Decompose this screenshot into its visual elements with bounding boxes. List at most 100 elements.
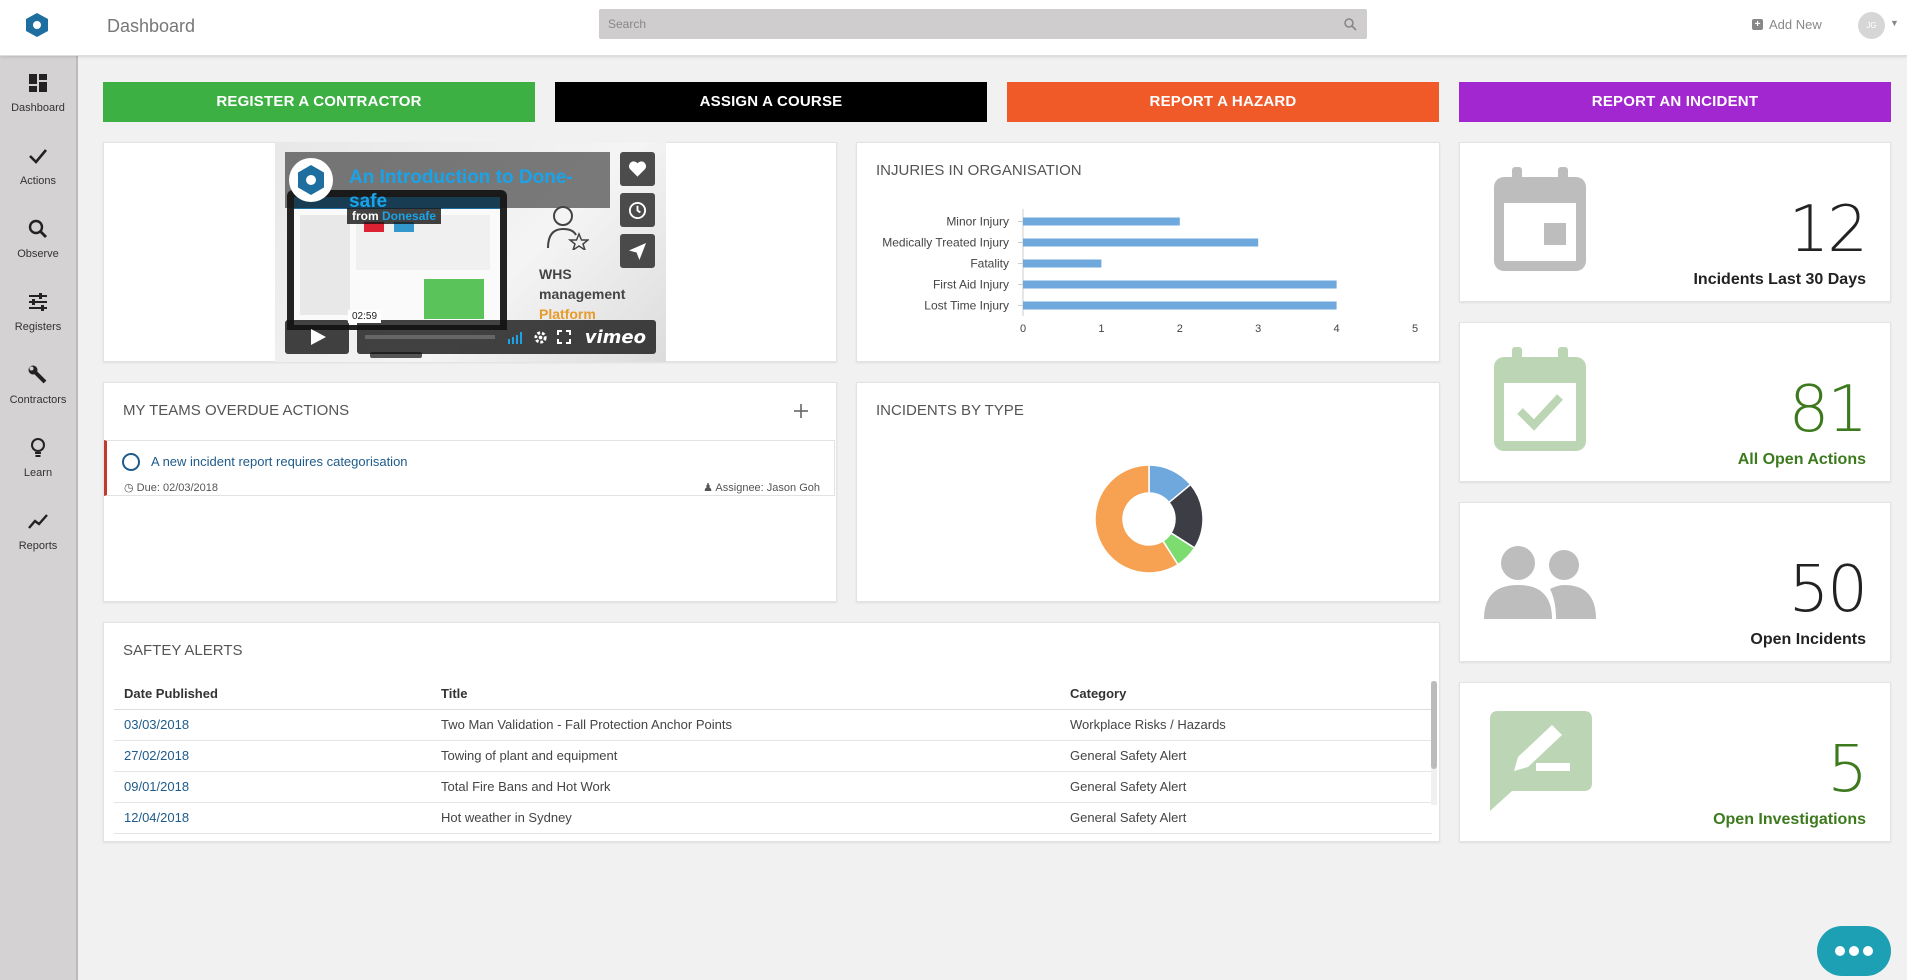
stat-label: Incidents Last 30 Days — [1693, 271, 1866, 288]
injuries-bar-chart: Minor Injury Medically Treated Injury Fata… — [882, 209, 1418, 335]
sidebar-item-observe[interactable]: Observe — [0, 212, 76, 278]
report-incident-button[interactable]: REPORT AN INCIDENT — [1459, 82, 1891, 122]
stat-label: Open Investigations — [1713, 811, 1866, 828]
calendar-check-icon — [1494, 347, 1586, 451]
video-progress-bar[interactable]: vimeo — [357, 320, 656, 354]
category-label: First Aid Injury — [933, 278, 1009, 292]
play-icon — [311, 329, 326, 345]
assign-course-button[interactable]: ASSIGN A COURSE — [555, 82, 987, 122]
vimeo-logo[interactable]: vimeo — [585, 327, 646, 348]
sidebar-item-contractors[interactable]: Contractors — [0, 358, 76, 424]
user-icon: ♟ — [703, 482, 713, 494]
sidebar-item-label: Dashboard — [11, 102, 65, 114]
video-overlay-text: WHS management Platform — [539, 264, 625, 324]
search-icon[interactable] — [1343, 17, 1357, 31]
search-bar[interactable] — [599, 9, 1367, 39]
sidebar-item-reports[interactable]: Reports — [0, 504, 76, 570]
wrench-icon — [28, 365, 47, 384]
like-button[interactable] — [620, 152, 655, 186]
alert-date[interactable]: 09/01/2018 — [114, 771, 431, 803]
bar[interactable] — [1023, 301, 1337, 310]
x-tick-label: 5 — [1412, 323, 1418, 335]
alert-date[interactable]: 03/03/2018 — [114, 709, 431, 741]
alert-date[interactable]: 12/04/2018 — [114, 802, 431, 834]
plus-icon[interactable] — [791, 401, 811, 421]
user-avatar[interactable]: JG — [1858, 12, 1885, 39]
report-hazard-button[interactable]: REPORT A HAZARD — [1007, 82, 1439, 122]
fullscreen-icon[interactable] — [557, 330, 571, 344]
category-label: Lost Time Injury — [924, 299, 1009, 313]
injuries-title: INJURIES IN ORGANISATION — [876, 162, 1082, 179]
top-bar: Dashboard + Add New JG ▼ — [0, 0, 1907, 56]
stat-card-open-incidents[interactable]: 50 Open Incidents — [1459, 502, 1891, 662]
alert-category: General Safety Alert — [1060, 740, 1432, 772]
overdue-title: MY TEAMS OVERDUE ACTIONS — [123, 402, 350, 419]
play-button[interactable] — [285, 320, 349, 354]
table-row[interactable]: 09/01/2018 Total Fire Bans and Hot Work … — [114, 771, 1432, 803]
sidebar-item-dashboard[interactable]: Dashboard — [0, 66, 76, 132]
sidebar: Dashboard Actions Observe Registers Cont… — [0, 56, 78, 980]
settings-gear-icon[interactable] — [533, 330, 548, 345]
sidebar-item-label: Reports — [18, 540, 58, 552]
alert-date[interactable]: 27/02/2018 — [114, 740, 431, 772]
video-card: An Introduction to Done-safe from Donesa… — [103, 142, 837, 362]
category-label: Fatality — [970, 257, 1009, 271]
alert-title: Total Fire Bans and Hot Work — [431, 771, 1060, 803]
video-duration: 02:59 — [348, 310, 382, 323]
table-row[interactable]: 27/02/2018 Towing of plant and equipment… — [114, 740, 1432, 772]
stat-card-open-actions[interactable]: 81 All Open Actions — [1459, 322, 1891, 482]
alert-category: General Safety Alert — [1060, 802, 1432, 834]
share-button[interactable] — [620, 234, 655, 268]
table-scrollbar[interactable] — [1431, 681, 1437, 805]
video-player[interactable]: An Introduction to Done-safe from Donesa… — [275, 142, 666, 362]
sidebar-item-actions[interactable]: Actions — [0, 139, 76, 205]
calendar-icon — [1494, 167, 1586, 271]
bar[interactable] — [1023, 238, 1259, 247]
stat-value: 5 — [1827, 733, 1868, 807]
column-header[interactable]: Date Published — [114, 678, 431, 710]
due-date: ◷ Due: 02/03/2018 — [124, 481, 218, 494]
table-header-row: Date Published Title Category — [114, 678, 1432, 710]
alert-title: Hot weather in Sydney — [431, 802, 1060, 834]
register-contractor-button[interactable]: REGISTER A CONTRACTOR — [103, 82, 535, 122]
video-from[interactable]: from Donesafe — [347, 208, 442, 224]
safety-alerts-title: SAFTEY ALERTS — [123, 642, 243, 659]
sidebar-item-label: Contractors — [9, 394, 67, 406]
column-header[interactable]: Title — [431, 678, 1060, 710]
caret-down-icon[interactable]: ▼ — [1890, 18, 1899, 28]
sidebar-item-label: Actions — [19, 175, 57, 187]
stat-label: Open Incidents — [1750, 631, 1866, 648]
progress-track[interactable] — [365, 335, 495, 339]
scrollbar-thumb[interactable] — [1431, 681, 1437, 769]
circle-checkbox-icon[interactable] — [122, 453, 140, 471]
dashboard-icon — [29, 74, 47, 92]
sidebar-item-learn[interactable]: Learn — [0, 431, 76, 497]
bar[interactable] — [1023, 280, 1337, 289]
overdue-action-item[interactable]: A new incident report requires categoris… — [104, 440, 835, 496]
column-header[interactable]: Category — [1060, 678, 1432, 710]
overdue-action-link[interactable]: A new incident report requires categoris… — [151, 454, 408, 469]
sidebar-item-label: Registers — [14, 321, 62, 333]
table-row[interactable]: 12/04/2018 Hot weather in Sydney General… — [114, 802, 1432, 834]
overlay-line-2: management — [539, 286, 626, 302]
search-input[interactable] — [599, 9, 1367, 39]
bar[interactable] — [1023, 217, 1180, 226]
chat-button[interactable] — [1817, 926, 1891, 976]
volume-icon[interactable] — [507, 330, 525, 344]
sidebar-item-registers[interactable]: Registers — [0, 285, 76, 351]
add-new-button[interactable]: + Add New — [1752, 17, 1822, 32]
alert-title: Towing of plant and equipment — [431, 740, 1060, 772]
bar[interactable] — [1023, 259, 1102, 268]
ellipsis-icon — [1835, 946, 1873, 956]
watch-later-button[interactable] — [620, 193, 655, 227]
stat-card-incidents-30-days[interactable]: 12 Incidents Last 30 Days — [1459, 142, 1891, 302]
stat-card-open-investigations[interactable]: 5 Open Investigations — [1459, 682, 1891, 842]
app-logo-icon[interactable] — [24, 12, 50, 38]
assignee-text: Assignee: Jason Goh — [715, 482, 820, 494]
sidebar-item-label: Learn — [23, 467, 53, 479]
table-row[interactable]: 03/03/2018 Two Man Validation - Fall Pro… — [114, 709, 1432, 741]
heart-icon — [628, 161, 647, 177]
video-title-overlay: An Introduction to Done-safe — [285, 152, 610, 212]
safety-alerts-table: Date Published Title Category 03/03/2018… — [114, 678, 1432, 834]
assignee: ♟ Assignee: Jason Goh — [703, 481, 820, 494]
